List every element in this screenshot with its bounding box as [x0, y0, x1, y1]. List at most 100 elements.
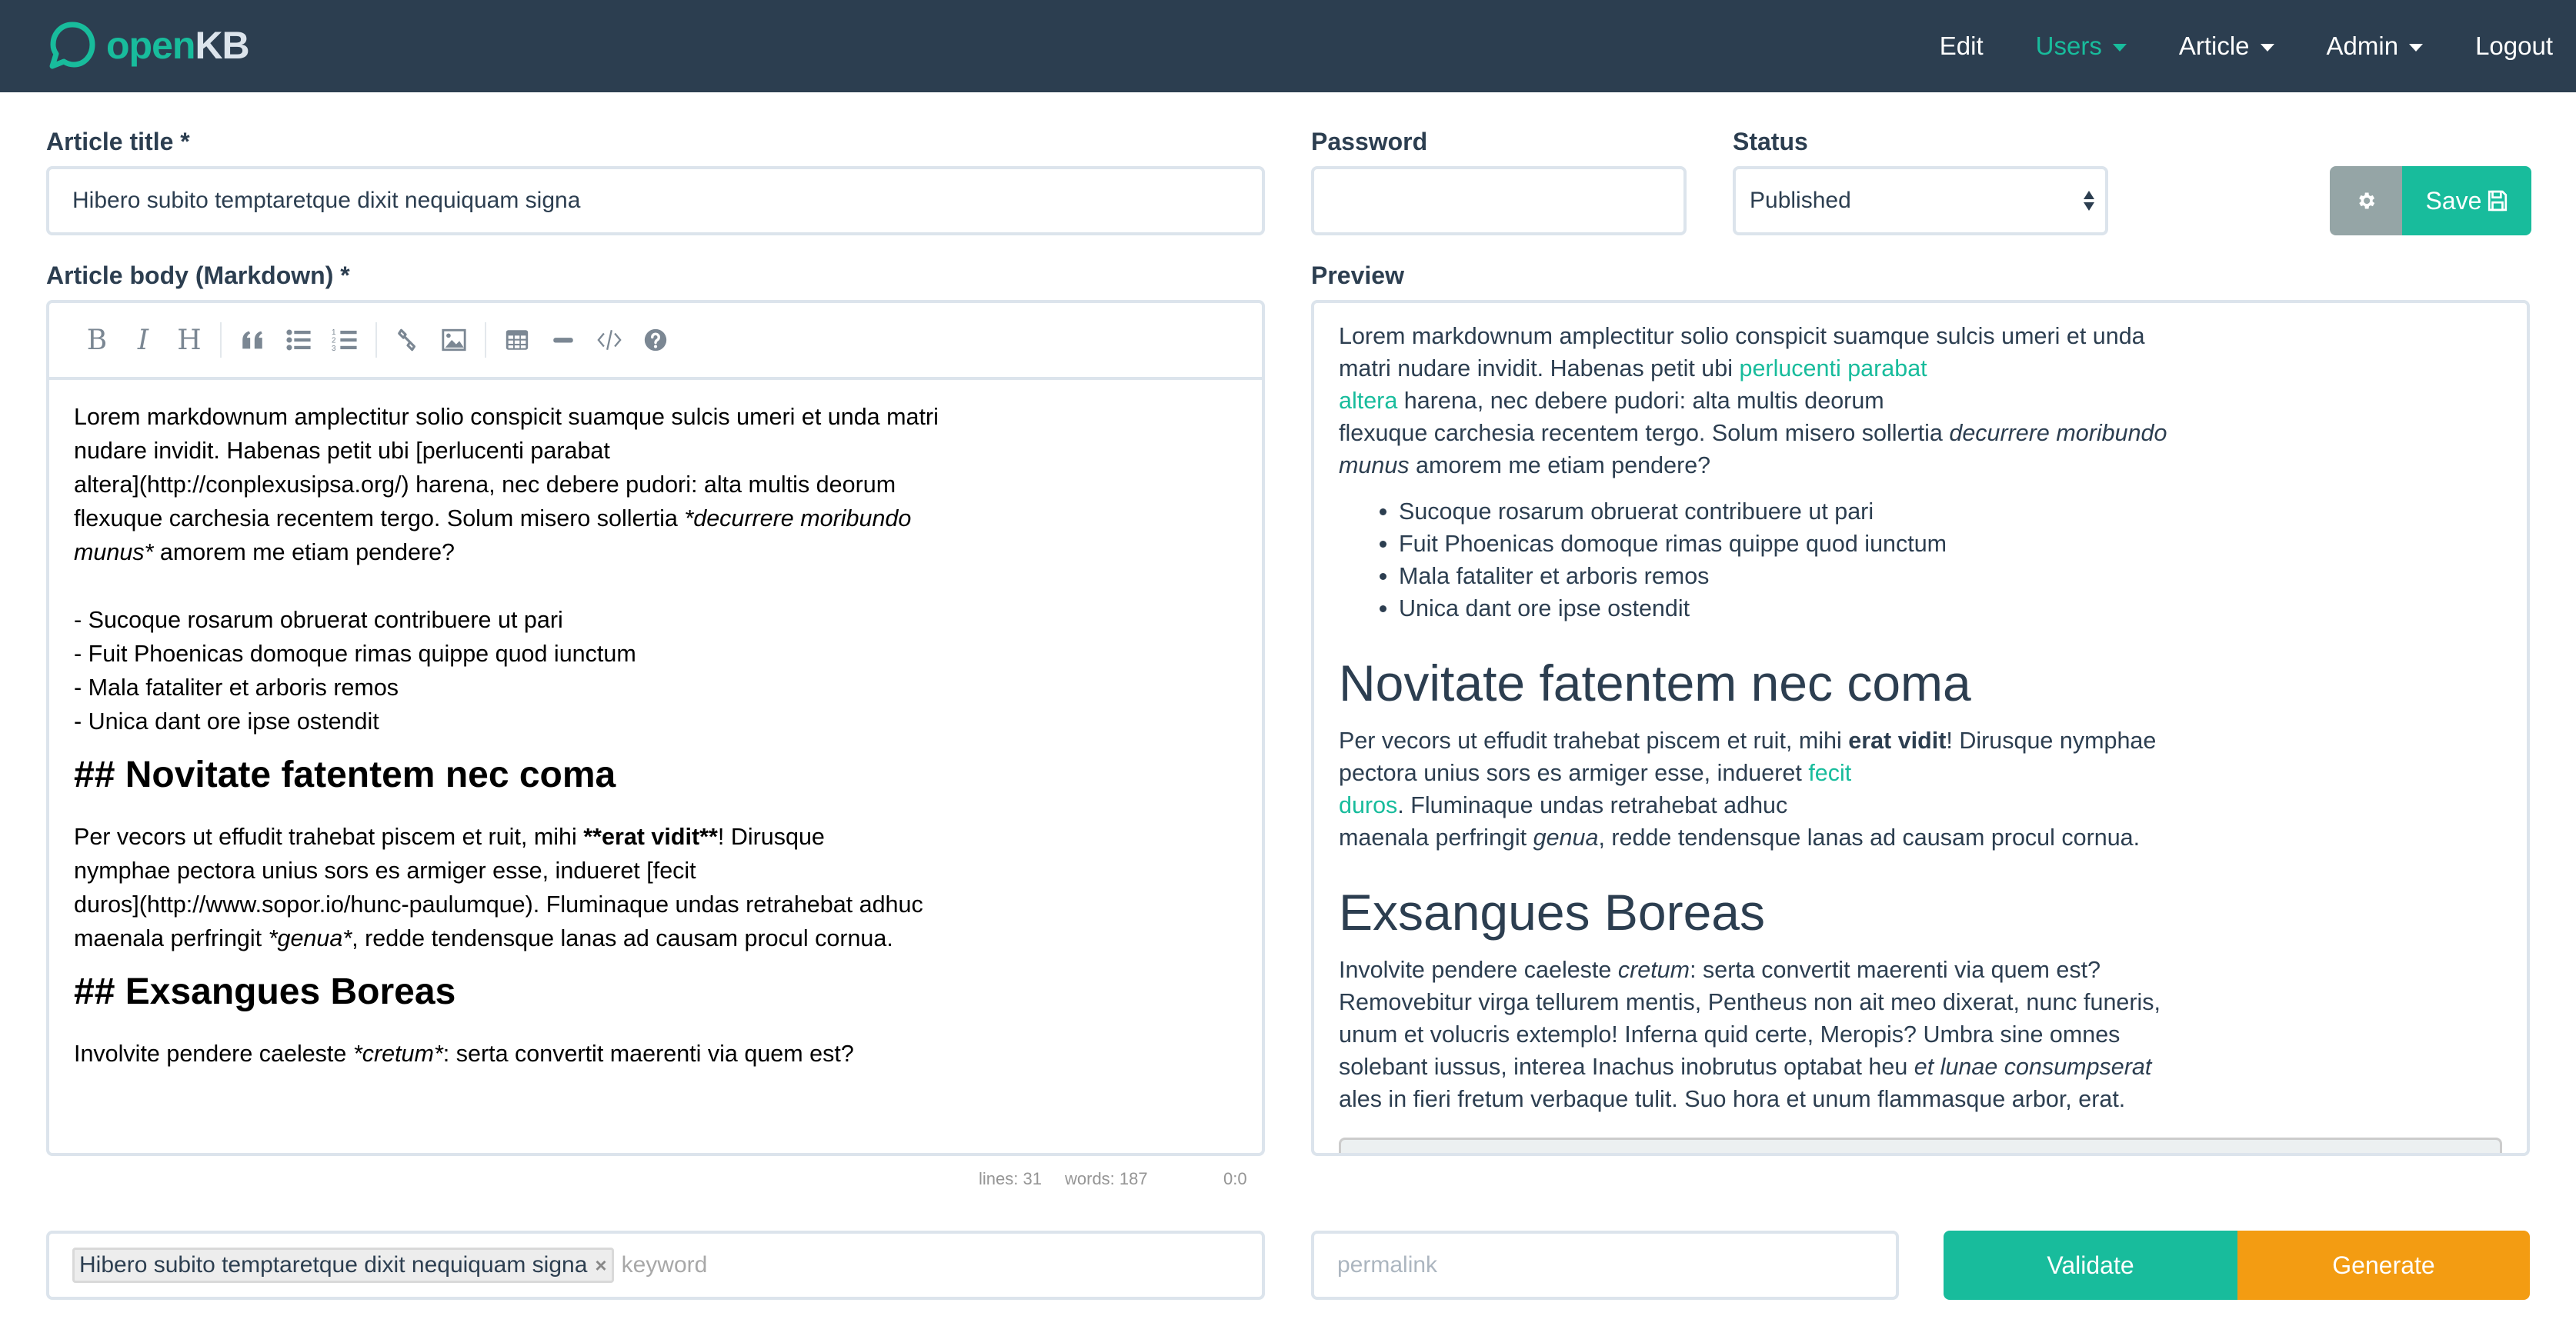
markdown-preview: Lorem markdownum amplectitur solio consp…: [1311, 300, 2530, 1156]
keyword-placeholder: keyword: [621, 1252, 708, 1278]
editor-text: , redde tendensque lanas ad causam procu…: [352, 925, 893, 951]
editor-text: Involvite pendere caeleste: [74, 1041, 353, 1067]
gear-icon: [2359, 192, 2375, 209]
save-label: Save: [2425, 186, 2482, 215]
nav-users-dropdown[interactable]: Users: [2036, 32, 2127, 61]
status-selected-value: Published: [1750, 188, 1851, 213]
table-button[interactable]: [494, 317, 540, 363]
preview-link[interactable]: fecit: [1808, 760, 1851, 786]
remove-tag-icon[interactable]: ×: [595, 1254, 606, 1278]
preview-list-item: Sucoque rosarum obruerat contribuere ut …: [1399, 495, 2174, 528]
keyword-tag: Hibero subito temptaretque dixit nequiqu…: [72, 1248, 614, 1283]
quote-button[interactable]: [229, 317, 275, 363]
brand-logo-link[interactable]: openKB: [46, 20, 250, 71]
preview-link[interactable]: perlucenti parabat: [1739, 355, 1927, 381]
article-title-value: Hibero subito temptaretque dixit nequiqu…: [72, 188, 581, 213]
editor-blank-line: [74, 569, 1240, 603]
markdown-editor: B I H 123 Lorem markdownum amplectitur s…: [46, 300, 1265, 1156]
permalink-input[interactable]: permalink: [1311, 1231, 1899, 1300]
editor-text: ! Dirusque: [717, 824, 825, 850]
permalink-actions: Validate Generate: [1944, 1231, 2530, 1300]
preview-paragraph: Lorem markdownum amplectitur solio consp…: [1339, 320, 2174, 481]
preview-link[interactable]: altera: [1339, 388, 1397, 414]
preview-list-item: Mala fataliter et arboris remos: [1399, 560, 2174, 592]
preview-text: amorem me etiam pendere?: [1409, 452, 1711, 478]
editor-line: flexuque carchesia recentem tergo. Solum…: [74, 501, 1240, 535]
preview-text: , redde tendensque lanas ad causam procu…: [1598, 825, 2141, 851]
nav-logout[interactable]: Logout: [2475, 32, 2553, 61]
preview-text: maenala perfringit: [1339, 825, 1533, 851]
horizontal-rule-icon: [553, 338, 573, 343]
editor-textarea[interactable]: Lorem markdownum amplectitur solio consp…: [49, 380, 1262, 1071]
editor-italic-text: *cretum*: [352, 1041, 443, 1067]
caret-down-icon: [2409, 44, 2424, 52]
heading-button[interactable]: H: [166, 317, 212, 363]
editor-text: Per vecors ut effudit trahebat piscem et…: [74, 824, 584, 850]
editor-line: Lorem markdownum amplectitur solio consp…: [74, 404, 939, 430]
save-button[interactable]: Save: [2402, 166, 2531, 235]
nav-users-label: Users: [2035, 32, 2102, 60]
preview-italic-text: genua: [1533, 825, 1599, 851]
preview-heading: Exsangues Boreas: [1339, 884, 1766, 941]
editor-line: maenala perfringit *genua*, redde tenden…: [74, 921, 1240, 955]
caret-down-icon: [2260, 44, 2274, 52]
ordered-list-button[interactable]: 123: [322, 317, 368, 363]
editor-line: Involvite pendere caeleste *cretum*: ser…: [74, 1037, 1240, 1071]
preview-list-item: Fuit Phoenicas domoque rimas quippe quod…: [1399, 528, 2174, 560]
preview-list: Sucoque rosarum obruerat contribuere ut …: [1399, 495, 2174, 625]
code-button[interactable]: [586, 317, 632, 363]
preview-text: flexuque carchesia recentem tergo. Solum…: [1339, 420, 1950, 446]
save-button-group: Save: [2330, 166, 2531, 235]
bold-button[interactable]: B: [74, 317, 120, 363]
preview-code-block: [1339, 1138, 2502, 1153]
generate-label: Generate: [2332, 1251, 2435, 1279]
article-title-input[interactable]: Hibero subito temptaretque dixit nequiqu…: [46, 166, 1265, 235]
help-button[interactable]: [632, 317, 679, 363]
image-button[interactable]: [431, 317, 477, 363]
preview-text: harena, nec debere pudori: alta multis d…: [1397, 388, 1884, 414]
editor-heading-line: ## Exsangues Boreas: [74, 971, 456, 1012]
password-input[interactable]: [1311, 166, 1687, 235]
bold-icon: B: [86, 324, 108, 356]
preview-italic-text: cretum: [1617, 957, 1690, 983]
editor-line: altera](http://conplexusipsa.org/) haren…: [74, 471, 896, 498]
preview-paragraph: Involvite pendere caeleste cretum: serta…: [1339, 954, 2174, 1115]
editor-line: nudare invidit. Habenas petit ubi [perlu…: [74, 438, 610, 464]
preview-link[interactable]: duros: [1339, 792, 1397, 818]
preview-text: Involvite pendere caeleste: [1339, 957, 1618, 983]
editor-line: Per vecors ut effudit trahebat piscem et…: [74, 820, 1240, 854]
preview-bold-text: erat vidit: [1848, 728, 1947, 754]
status-words: words: 187: [1065, 1169, 1148, 1188]
nav-menu: Edit Users Article Admin Logout: [1887, 0, 2553, 92]
image-icon: [442, 328, 466, 351]
editor-line: - Unica dant ore ipse ostendit: [74, 708, 379, 735]
keywords-input[interactable]: Hibero subito temptaretque dixit nequiqu…: [46, 1231, 1265, 1300]
status-select[interactable]: Published: [1733, 166, 2108, 235]
brand-name: openKB: [106, 23, 250, 68]
nav-article-dropdown[interactable]: Article: [2179, 32, 2274, 61]
italic-button[interactable]: I: [120, 317, 166, 363]
keyword-tag-label: Hibero subito temptaretque dixit nequiqu…: [79, 1252, 588, 1278]
link-button[interactable]: [385, 317, 431, 363]
editor-text: amorem me etiam pendere?: [153, 539, 455, 565]
nav-edit-label: Edit: [1939, 32, 1984, 60]
toolbar-separator: [485, 322, 486, 358]
validate-button[interactable]: Validate: [1944, 1231, 2237, 1300]
settings-button[interactable]: [2330, 166, 2402, 235]
unordered-list-button[interactable]: [275, 317, 322, 363]
editor-text: flexuque carchesia recentem tergo. Solum…: [74, 505, 685, 531]
nav-edit[interactable]: Edit: [1940, 32, 1984, 61]
editor-text: maenala perfringit: [74, 925, 269, 951]
horizontal-rule-button[interactable]: [540, 317, 586, 363]
generate-button[interactable]: Generate: [2237, 1231, 2530, 1300]
editor-italic-text: *genua*: [268, 925, 352, 951]
nav-admin-dropdown[interactable]: Admin: [2327, 32, 2424, 61]
toolbar-separator: [375, 322, 377, 358]
editor-heading-line: ## Novitate fatentem nec coma: [74, 755, 616, 795]
preview-text: Per vecors ut effudit trahebat piscem et…: [1339, 728, 1849, 754]
navbar: openKB Edit Users Article Admin Logout: [0, 0, 2576, 92]
heading-icon: H: [177, 324, 202, 356]
code-icon: [597, 330, 622, 350]
select-arrows-icon: [2084, 191, 2094, 211]
brand-suffix: KB: [195, 24, 249, 67]
